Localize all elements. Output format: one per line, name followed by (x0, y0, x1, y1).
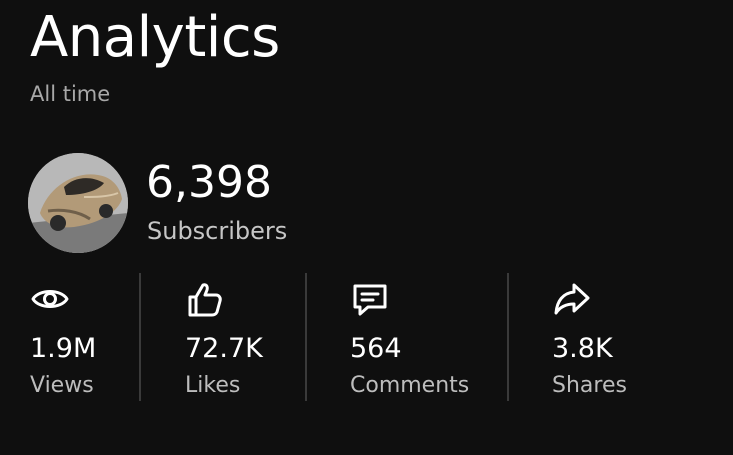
page-title: Analytics (30, 5, 280, 70)
stats-divider (507, 273, 509, 401)
comments-label: Comments (350, 373, 470, 398)
stats-row: 1.9M Views 72.7K Likes 564 Comments 3.8K… (0, 273, 733, 403)
stat-shares[interactable]: 3.8K Shares (552, 273, 672, 403)
comments-value: 564 (350, 333, 402, 364)
stats-divider (139, 273, 141, 401)
shares-label: Shares (552, 373, 627, 398)
analytics-page: Analytics All time 6,398 Subscribers 1.9… (0, 0, 733, 455)
car-image-icon (28, 153, 128, 253)
stat-views[interactable]: 1.9M Views (30, 273, 130, 403)
period-label: All time (30, 82, 111, 106)
share-icon (552, 279, 592, 319)
channel-avatar[interactable] (28, 153, 128, 253)
comment-icon (350, 279, 390, 319)
stats-divider (305, 273, 307, 401)
likes-value: 72.7K (185, 333, 263, 364)
subscriber-label: Subscribers (147, 217, 288, 245)
channel-summary: 6,398 Subscribers (28, 153, 428, 253)
subscriber-count: 6,398 (146, 157, 272, 208)
views-label: Views (30, 373, 94, 398)
thumbs-up-icon (185, 279, 225, 319)
stat-likes[interactable]: 72.7K Likes (185, 273, 295, 403)
stat-comments[interactable]: 564 Comments (350, 273, 490, 403)
shares-value: 3.8K (552, 333, 613, 364)
eye-icon (30, 279, 70, 319)
likes-label: Likes (185, 373, 241, 398)
views-value: 1.9M (30, 333, 97, 364)
